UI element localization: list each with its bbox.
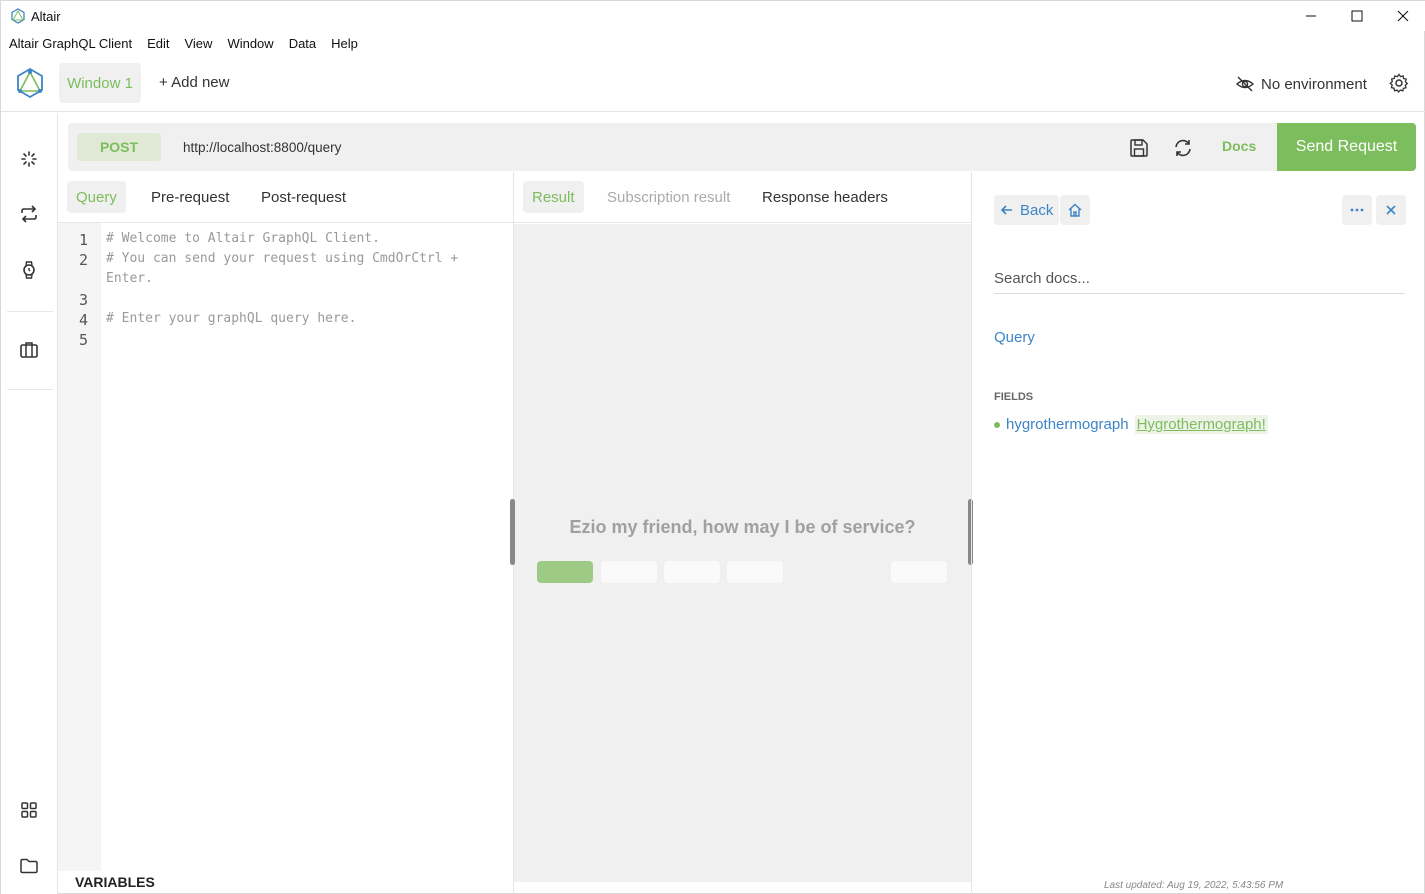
title-bar: Altair [1,1,1425,31]
fields-heading: FIELDS [994,391,1034,403]
field-bullet [994,421,1000,428]
docs-search-input[interactable] [994,264,1405,294]
line-number: 5 [78,331,88,349]
altair-logo-icon [17,67,43,99]
tab-window-1[interactable]: Window 1 [59,63,141,103]
maximize-button[interactable] [1334,1,1380,31]
code-line[interactable]: # Enter your graphQL query here. [106,309,356,329]
docs-pane: Back Query FIELDS hygrothermograph Hygro… [971,172,1425,894]
pane-resize-handle[interactable] [510,499,515,565]
docs-field-item: hygrothermograph Hygrothermograph! [994,415,1268,434]
field-name-link[interactable]: hygrothermograph [1006,416,1129,433]
menu-edit[interactable]: Edit [139,33,176,55]
variables-toggle[interactable]: VARIABLES [75,874,155,890]
docs-home-button[interactable] [1060,195,1090,225]
left-sidebar [1,113,58,894]
code-line[interactable]: Enter. [106,269,153,289]
action-pill-button[interactable] [891,561,947,583]
tab-query[interactable]: Query [67,181,126,213]
request-url-bar: POST Docs Send Request [68,123,1416,171]
plugins-grid-icon[interactable] [19,800,39,820]
minimize-button[interactable] [1288,1,1334,31]
action-pill-button[interactable] [601,561,657,583]
add-new-window-button[interactable]: + Add new [159,74,229,91]
home-icon [1068,203,1082,217]
tab-divider [514,222,971,223]
menu-view[interactable]: View [176,33,219,55]
environment-label: No environment [1261,75,1367,93]
result-viewer [514,224,971,882]
action-pill-button[interactable] [664,561,720,583]
line-number: 1 [78,231,88,249]
arrow-left-icon [1000,205,1012,215]
menu-window[interactable]: Window [219,33,280,55]
altair-app-icon [11,8,25,24]
close-icon [1397,10,1409,22]
back-label: Back [1020,201,1054,219]
docs-close-button[interactable] [1376,195,1406,225]
menu-data[interactable]: Data [281,33,323,55]
save-icon[interactable] [1128,137,1150,159]
settings-gear-icon[interactable] [1389,73,1409,93]
folder-icon[interactable] [19,856,39,876]
tab-divider [58,222,513,223]
code-line[interactable]: # Welcome to Altair GraphQL Client. [106,229,380,249]
schema-last-updated: Last updated: Aug 19, 2022, 5:43:56 PM [1104,880,1284,891]
tab-post-request[interactable]: Post-request [252,181,355,213]
url-input[interactable] [173,131,1111,163]
tab-pre-request[interactable]: Pre-request [142,181,238,213]
http-method-selector[interactable]: POST [77,133,161,161]
loading-spinner-icon[interactable] [19,149,39,169]
environment-selector[interactable]: No environment [1235,74,1367,94]
line-number: 3 [78,291,88,309]
reload-schema-icon[interactable] [1172,137,1194,159]
watch-icon[interactable] [19,260,39,280]
menu-altair[interactable]: Altair GraphQL Client [1,33,139,55]
result-pane: Result Subscription result Response head… [514,172,971,894]
docs-button[interactable]: Docs [1222,138,1256,154]
eye-off-icon [1235,76,1255,92]
maximize-icon [1351,10,1363,22]
window-title: Altair [31,9,61,24]
sidebar-divider [7,311,53,312]
send-request-button[interactable]: Send Request [1277,123,1416,171]
action-pill-button[interactable] [537,561,593,583]
docs-query-type-link[interactable]: Query [994,329,1035,346]
tab-response-headers[interactable]: Response headers [753,181,897,213]
close-window-button[interactable] [1380,1,1425,31]
docs-back-button[interactable]: Back [994,195,1060,225]
code-line[interactable]: # You can send your request using CmdOrC… [106,249,458,269]
line-number: 4 [78,311,88,329]
field-type-link[interactable]: Hygrothermograph! [1134,415,1268,434]
menu-bar: Altair GraphQL Client Edit View Window D… [1,33,365,55]
query-pane: Query Pre-request Post-request 1 2 3 4 5… [58,172,514,894]
minimize-icon [1306,15,1316,17]
app-header: Window 1 + Add new No environment [1,59,1425,112]
welcome-message: Ezio my friend, how may I be of service? [569,517,916,537]
briefcase-icon[interactable] [19,340,39,360]
tab-result[interactable]: Result [523,181,584,213]
more-horizontal-icon [1350,208,1364,212]
sidebar-divider [7,389,53,390]
repeat-icon[interactable] [19,204,39,224]
close-icon [1386,205,1396,215]
action-pill-button[interactable] [727,561,783,583]
docs-options-button[interactable] [1342,195,1372,225]
line-number: 2 [78,251,88,269]
menu-help[interactable]: Help [323,33,365,55]
tab-subscription-result[interactable]: Subscription result [598,181,739,213]
